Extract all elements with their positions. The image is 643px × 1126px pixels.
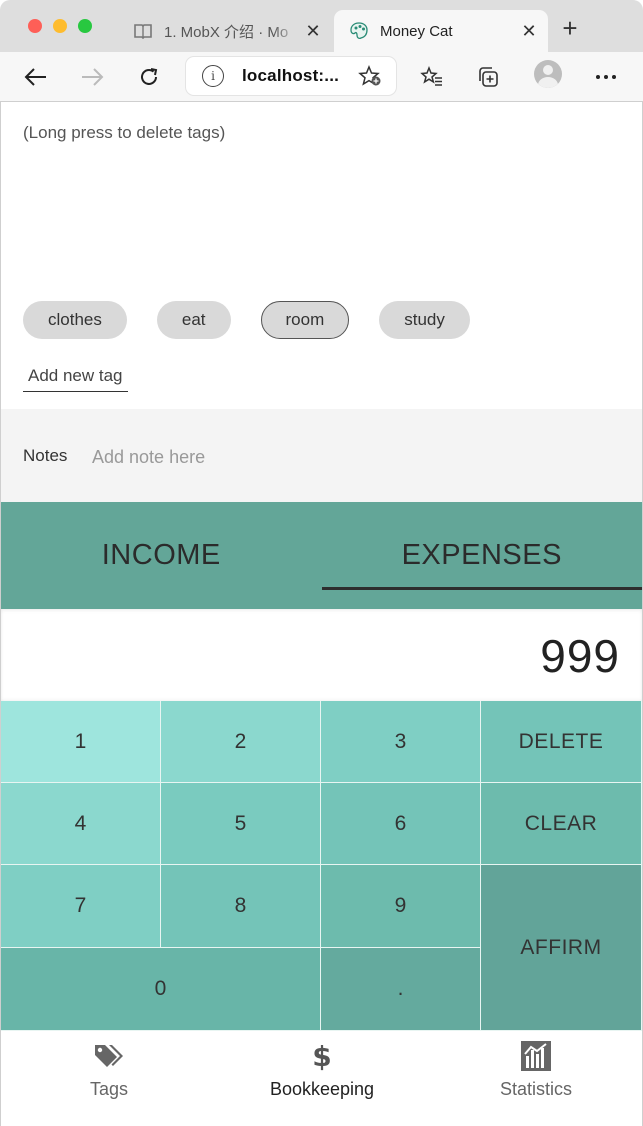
collections-icon (479, 67, 498, 87)
record-type-tabs: INCOME EXPENSES (1, 502, 642, 609)
delete-button[interactable]: DELETE (481, 701, 642, 783)
nav-bookkeeping[interactable]: $ Bookkeeping (242, 1039, 402, 1100)
tags-hint: (Long press to delete tags) (23, 123, 226, 142)
book-icon (132, 20, 154, 42)
add-new-tag-button[interactable]: Add new tag (23, 362, 128, 392)
close-window-button[interactable] (28, 19, 42, 33)
tag-room[interactable]: room (260, 301, 350, 339)
tags-list: clothes eat room study (23, 301, 470, 339)
nav-bookkeeping-label: Bookkeeping (269, 1079, 375, 1099)
dollar-icon: $ (312, 1039, 332, 1073)
nav-tags-label: Tags (89, 1079, 129, 1099)
info-icon[interactable]: i (202, 65, 224, 87)
nav-statistics[interactable]: Statistics (456, 1039, 616, 1100)
close-tab-button[interactable]: ✕ (516, 18, 542, 44)
number-keypad: 1 2 3 DELETE 4 5 6 CLEAR 7 8 9 AFFIRM 0 … (1, 701, 642, 1031)
maximize-window-button[interactable] (78, 19, 92, 33)
tab-expenses[interactable]: EXPENSES (321, 502, 643, 609)
minimize-window-button[interactable] (53, 19, 67, 33)
back-button[interactable] (20, 61, 52, 93)
address-bar[interactable]: i localhost:... (186, 57, 396, 95)
key-dot[interactable]: . (321, 948, 481, 1031)
bottom-navigation: Tags $ Bookkeeping Statistics (1, 1031, 642, 1126)
key-5[interactable]: 5 (161, 783, 321, 865)
favorites-list-icon (420, 66, 442, 86)
tags-icon (93, 1039, 125, 1073)
amount-value: 999 (540, 630, 620, 682)
tag-eat[interactable]: eat (156, 301, 231, 339)
money-cat-app: (Long press to delete tags) clothes eat … (0, 102, 643, 1126)
close-tab-button[interactable]: ✕ (300, 18, 326, 44)
tab-title: Money Cat (380, 22, 453, 40)
collections-button[interactable] (472, 61, 504, 93)
key-7[interactable]: 7 (1, 865, 161, 948)
notes-section: Notes (1, 409, 642, 502)
clear-button[interactable]: CLEAR (481, 783, 642, 865)
add-favorite-icon[interactable] (358, 65, 382, 92)
new-tab-button[interactable]: + (558, 15, 582, 41)
tag-study[interactable]: study (379, 301, 470, 339)
favorites-button[interactable] (416, 61, 448, 93)
arrow-left-icon (24, 68, 46, 86)
browser-tab-mobx[interactable]: 1. MobX 介绍 · Mo ✕ (118, 10, 332, 52)
key-9[interactable]: 9 (321, 865, 481, 948)
tags-section: (Long press to delete tags) clothes eat … (1, 102, 642, 409)
palette-icon (348, 20, 370, 42)
tab-title: 1. MobX 介绍 · Mo (164, 23, 289, 41)
refresh-icon (141, 68, 158, 85)
nav-tags[interactable]: Tags (29, 1039, 189, 1100)
key-0[interactable]: 0 (1, 948, 321, 1031)
tab-income[interactable]: INCOME (1, 502, 322, 609)
arrow-right-icon (82, 68, 104, 86)
key-6[interactable]: 6 (321, 783, 481, 865)
key-8[interactable]: 8 (161, 865, 321, 948)
key-4[interactable]: 4 (1, 783, 161, 865)
tag-clothes[interactable]: clothes (23, 301, 127, 339)
key-3[interactable]: 3 (321, 701, 481, 783)
browser-tab-money-cat[interactable]: Money Cat ✕ (334, 10, 548, 52)
more-menu-button[interactable] (590, 61, 622, 93)
nav-statistics-label: Statistics (499, 1079, 573, 1099)
address-url: localhost:... (242, 66, 340, 85)
more-horizontal-icon (596, 75, 616, 79)
forward-button[interactable] (76, 61, 108, 93)
key-1[interactable]: 1 (1, 701, 161, 783)
bar-chart-icon (520, 1039, 552, 1073)
notes-label: Notes (23, 446, 68, 465)
browser-tab-bar: 1. MobX 介绍 · Mo ✕ Money Cat ✕ + (0, 0, 643, 52)
key-2[interactable]: 2 (161, 701, 321, 783)
profile-avatar[interactable] (534, 60, 562, 88)
amount-display: 999 (1, 609, 642, 701)
reload-button[interactable] (133, 61, 165, 93)
affirm-button[interactable]: AFFIRM (481, 865, 642, 1031)
notes-input[interactable] (92, 445, 492, 469)
